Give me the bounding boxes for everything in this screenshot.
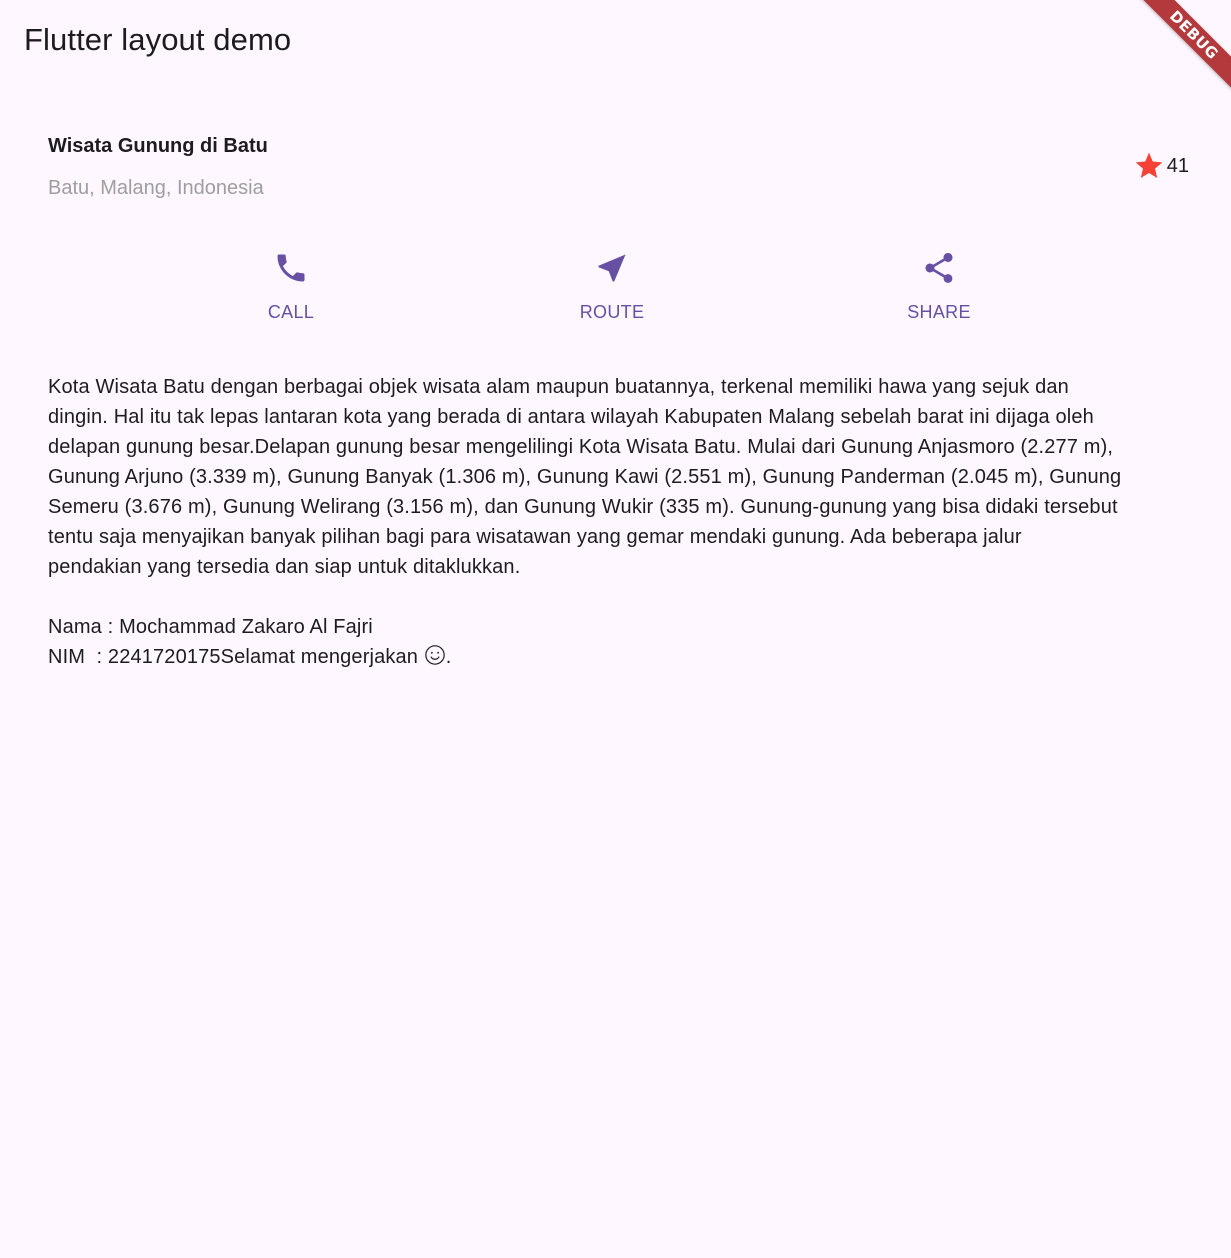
call-button[interactable]: CALL bbox=[221, 248, 361, 328]
app-bar: Flutter layout demo bbox=[0, 0, 1231, 80]
smiley-icon bbox=[425, 645, 445, 665]
description-body: Kota Wisata Batu dengan berbagai objek w… bbox=[48, 376, 1122, 668]
route-label: ROUTE bbox=[579, 302, 645, 322]
title-section: Wisata Gunung di Batu Batu, Malang, Indo… bbox=[48, 128, 1189, 208]
button-section: CALL ROUTE SHARE bbox=[0, 248, 1231, 328]
near-me-icon bbox=[598, 254, 626, 282]
share-icon bbox=[925, 253, 953, 283]
place-name: Wisata Gunung di Batu bbox=[48, 135, 268, 157]
route-button[interactable]: ROUTE bbox=[542, 248, 682, 328]
description-text: Kota Wisata Batu dengan berbagai objek w… bbox=[48, 372, 1198, 672]
star-icon bbox=[1135, 152, 1163, 178]
rating-count: 41 bbox=[1166, 155, 1189, 177]
share-button[interactable]: SHARE bbox=[869, 248, 1009, 328]
phone-icon bbox=[277, 254, 305, 282]
rating: 41 bbox=[1133, 150, 1189, 182]
share-label: SHARE bbox=[907, 302, 971, 322]
app-title: Flutter layout demo bbox=[24, 22, 292, 57]
description-ending: . bbox=[445, 646, 452, 668]
call-label: CALL bbox=[267, 302, 315, 322]
place-location: Batu, Malang, Indonesia bbox=[48, 177, 264, 199]
